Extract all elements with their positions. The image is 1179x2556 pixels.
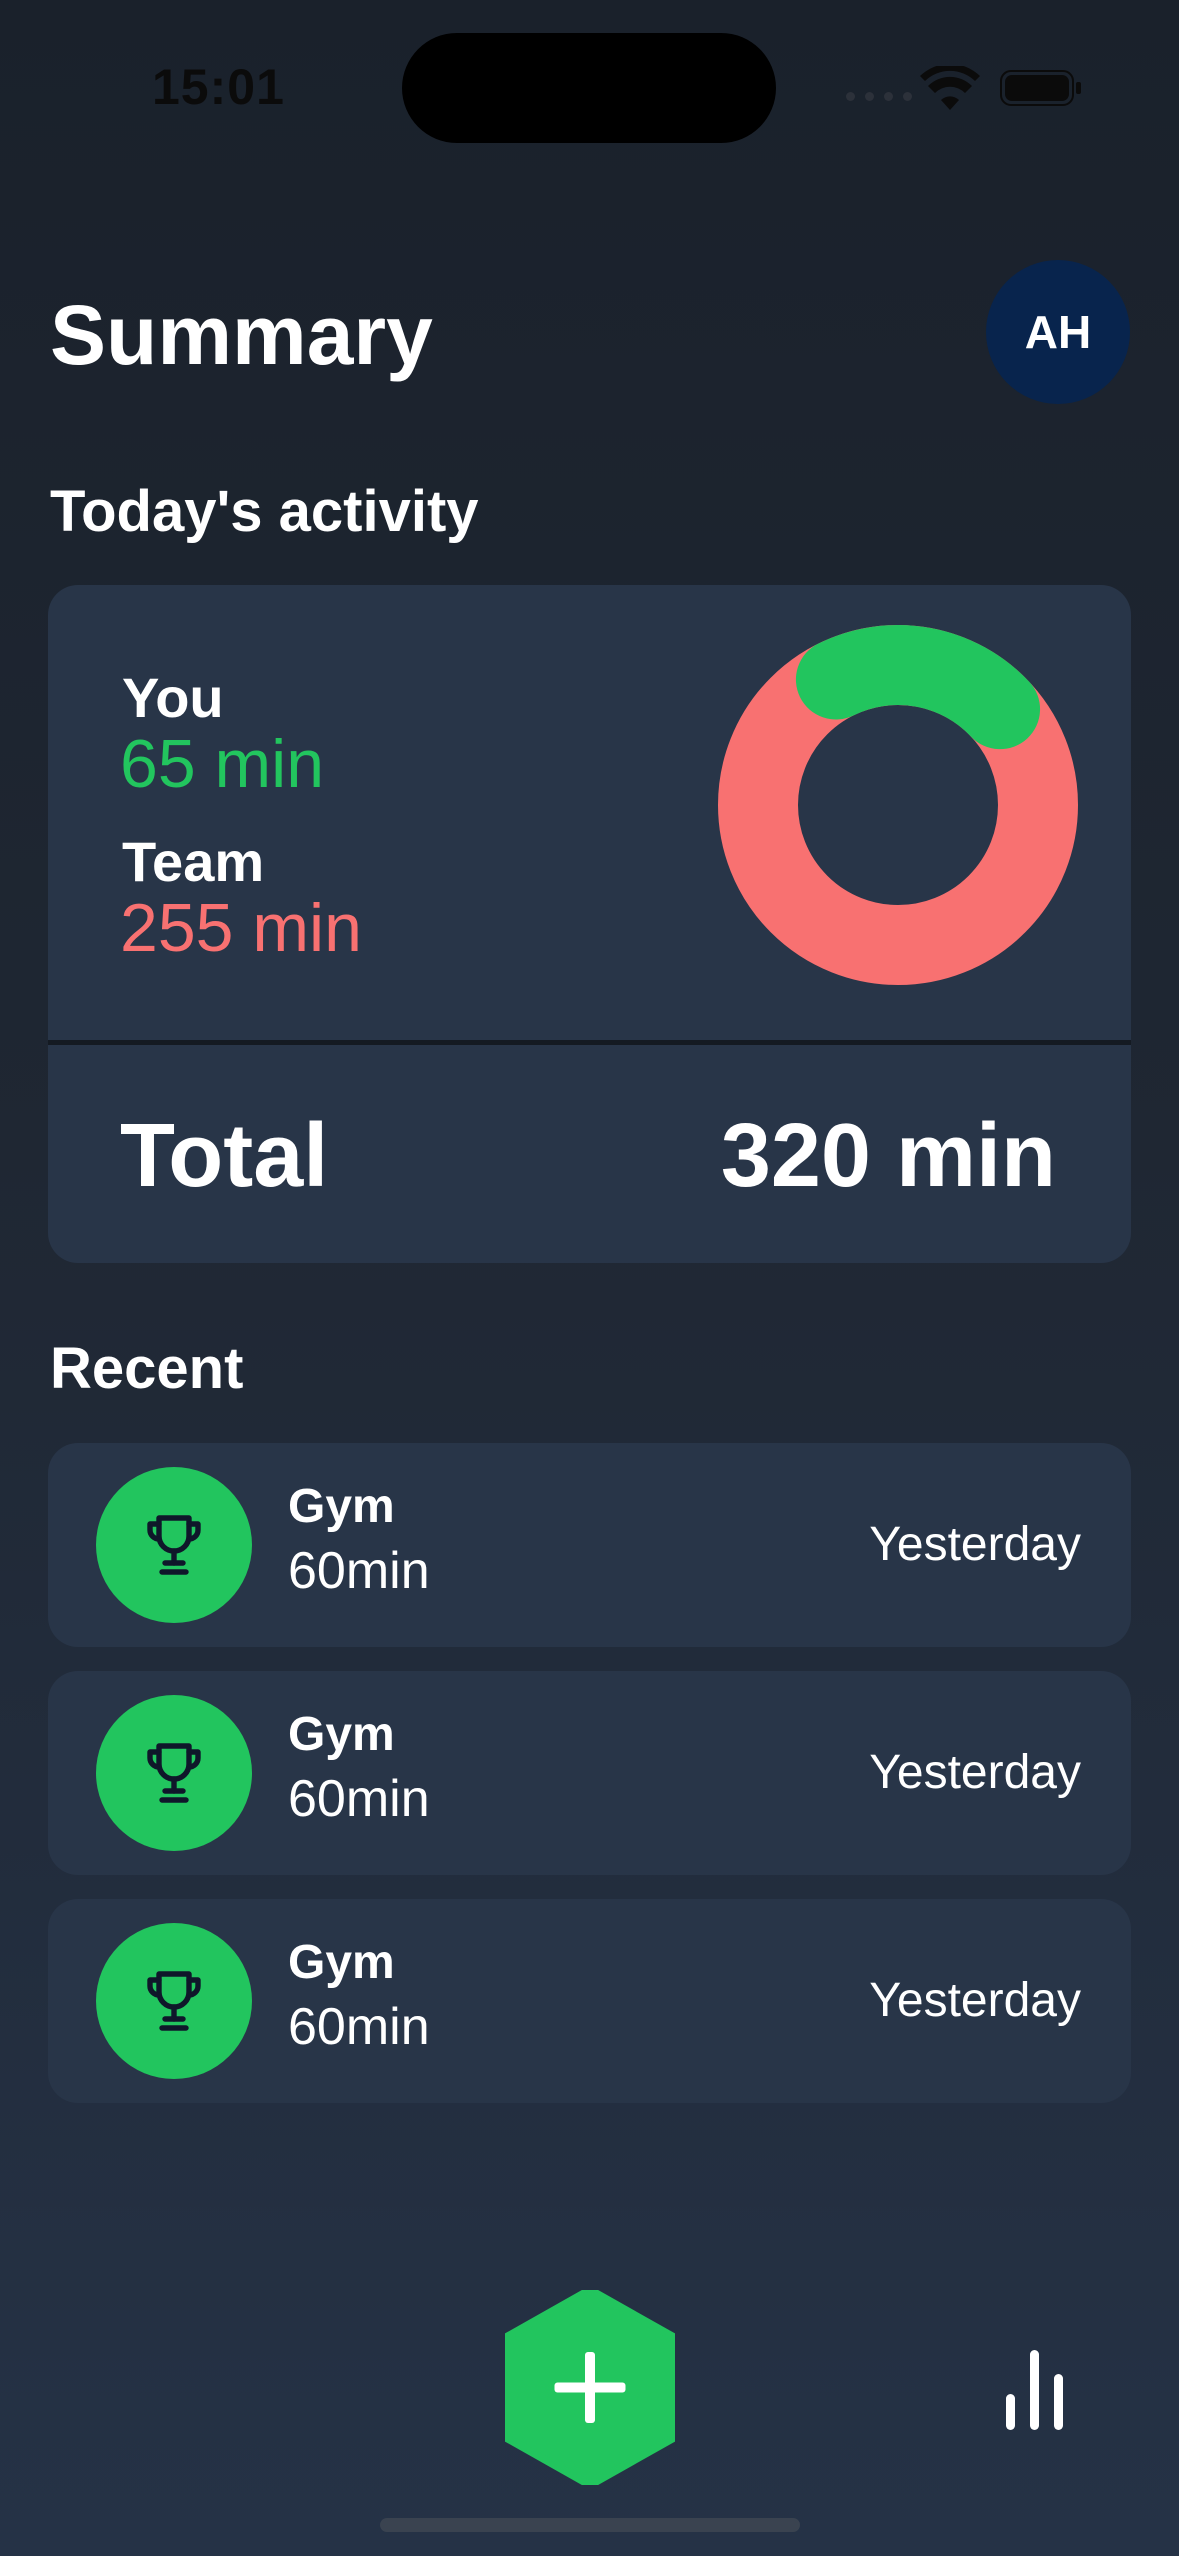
trophy-icon xyxy=(147,1515,201,1575)
trophy-icon xyxy=(147,1971,201,2031)
item-title: Gym xyxy=(288,1936,395,1989)
list-item[interactable]: Gym 60min Yesterday xyxy=(48,1899,1131,2103)
item-date: Yesterday xyxy=(869,1746,1081,1799)
you-label: You xyxy=(122,666,224,729)
item-icon-circle xyxy=(96,1695,252,1851)
avatar[interactable]: AH xyxy=(986,260,1130,404)
status-bar: 15:01 xyxy=(0,0,1179,150)
activity-divider xyxy=(48,1040,1131,1045)
dynamic-island xyxy=(402,33,776,143)
total-value: 320 min xyxy=(720,1106,1056,1206)
status-time: 15:01 xyxy=(152,59,285,115)
item-title: Gym xyxy=(288,1480,395,1533)
activity-card: You 65 min Team 255 min Total 320 min xyxy=(48,585,1131,1263)
signal-icon xyxy=(846,92,912,101)
item-duration: 60min xyxy=(288,1770,430,1828)
page-title: Summary xyxy=(50,288,433,382)
item-date: Yesterday xyxy=(869,1518,1081,1571)
item-duration: 60min xyxy=(288,1542,430,1600)
item-icon-circle xyxy=(96,1923,252,2079)
trophy-icon xyxy=(147,1743,201,1803)
you-value: 65 min xyxy=(120,726,325,802)
list-item[interactable]: Gym 60min Yesterday xyxy=(48,1671,1131,1875)
battery-icon xyxy=(1000,70,1081,106)
activity-donut-chart xyxy=(718,625,1078,985)
team-value: 255 min xyxy=(120,890,362,966)
wifi-icon xyxy=(920,66,980,110)
item-icon-circle xyxy=(96,1467,252,1623)
total-label: Total xyxy=(120,1106,329,1206)
recent-section-title: Recent xyxy=(50,1336,244,1401)
donut-you-segment xyxy=(795,625,1041,750)
item-duration: 60min xyxy=(288,1998,430,2056)
home-indicator xyxy=(380,2518,800,2532)
add-activity-button[interactable] xyxy=(505,2290,675,2485)
team-label: Team xyxy=(122,830,265,893)
item-title: Gym xyxy=(288,1708,395,1761)
item-date: Yesterday xyxy=(869,1974,1081,2027)
activity-section-title: Today's activity xyxy=(50,479,479,544)
bar-chart-icon[interactable] xyxy=(1000,2350,1070,2430)
list-item[interactable]: Gym 60min Yesterday xyxy=(48,1443,1131,1647)
